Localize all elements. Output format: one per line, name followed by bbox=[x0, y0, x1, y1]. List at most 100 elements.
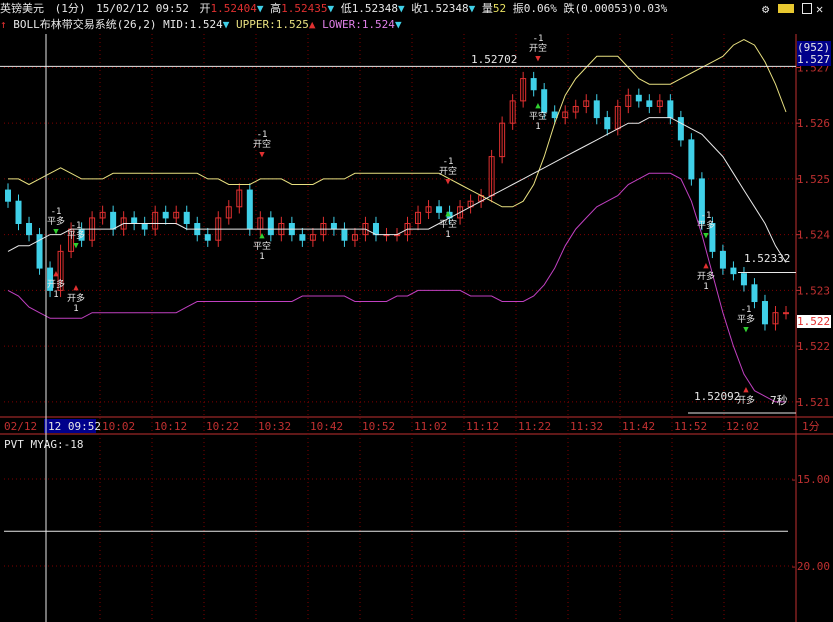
signal-label: 平空 bbox=[253, 240, 271, 252]
candle-body bbox=[141, 223, 148, 230]
signal-number: -1 bbox=[71, 221, 82, 231]
candle-body bbox=[5, 189, 11, 202]
signal-label: 开多 bbox=[67, 292, 85, 304]
signal-arrow: ▼ bbox=[743, 325, 749, 335]
candle-body bbox=[267, 217, 274, 236]
candle-body bbox=[783, 312, 789, 315]
recent-high-label: 1.52332 bbox=[744, 252, 791, 265]
signal-number: 1 bbox=[445, 230, 450, 240]
candle-body bbox=[15, 200, 22, 225]
x-tick-label: 10:22 bbox=[206, 420, 239, 433]
signal-arrow: ▲ bbox=[53, 269, 59, 279]
x-tick-label: 10:02 bbox=[102, 420, 135, 433]
signal-arrow: ▼ bbox=[445, 177, 451, 187]
signal-label: 平多 bbox=[47, 215, 65, 227]
signal-label: 开空 bbox=[529, 42, 547, 54]
signal-number: -1 bbox=[533, 34, 544, 44]
x-tick-label: 10:52 bbox=[362, 420, 395, 433]
signal-label: 开多 bbox=[47, 278, 65, 290]
x-tick-label: 10:12 bbox=[154, 420, 187, 433]
x-tick-label: 11:32 bbox=[570, 420, 603, 433]
signal-label: 平多 bbox=[67, 229, 85, 241]
low-price-label: 1.52092 bbox=[694, 390, 741, 403]
signal-arrow: ▲ bbox=[743, 385, 749, 395]
candle-body bbox=[593, 100, 600, 119]
candle-body bbox=[330, 223, 337, 230]
candle-body bbox=[541, 89, 548, 113]
signal-arrow: ▲ bbox=[445, 209, 451, 219]
signal-arrow: ▼ bbox=[73, 241, 79, 251]
candle-body bbox=[688, 139, 695, 180]
candle-body bbox=[740, 273, 747, 286]
signal-arrow: ▲ bbox=[703, 261, 709, 271]
y-tick-label: 1.523 bbox=[797, 284, 830, 297]
signal-label: 平空 bbox=[439, 218, 457, 230]
signal-arrow: ▲ bbox=[73, 283, 79, 293]
x-tick-label: 1分 bbox=[802, 420, 820, 433]
signal-arrow: ▼ bbox=[259, 150, 265, 160]
x-tick-label: 11:22 bbox=[518, 420, 551, 433]
candle-body bbox=[246, 189, 253, 230]
signal-number: 1 bbox=[53, 290, 58, 300]
signal-number: 1 bbox=[259, 252, 264, 262]
candle-body bbox=[635, 94, 642, 102]
x-tick-label: 10:32 bbox=[258, 420, 291, 433]
y-tick-label: 1.524 bbox=[797, 229, 830, 242]
signal-arrow: ▼ bbox=[535, 54, 541, 64]
candle-body bbox=[761, 301, 768, 325]
candle-body bbox=[604, 117, 611, 130]
signal-label: 平多 bbox=[697, 219, 715, 231]
signal-number: 1 bbox=[73, 304, 78, 314]
x-tick-label: 11:12 bbox=[466, 420, 499, 433]
candle-body bbox=[551, 111, 558, 119]
candle-body bbox=[730, 267, 737, 275]
candle-body bbox=[751, 284, 758, 303]
candle-body bbox=[183, 211, 190, 224]
price-badge: 1.527 bbox=[797, 53, 831, 66]
candle-body bbox=[162, 211, 169, 219]
current-price-badge: 1.522 bbox=[797, 315, 831, 328]
candle-body bbox=[341, 228, 348, 241]
candle-body bbox=[719, 250, 726, 269]
candle-body bbox=[26, 223, 33, 236]
y-tick-label: 1.525 bbox=[797, 173, 830, 186]
x-tick-label: 02/12 bbox=[4, 420, 37, 433]
y-tick-label: -15.00 bbox=[790, 473, 830, 486]
signal-number: 1 bbox=[703, 282, 708, 292]
candle-body bbox=[372, 223, 379, 236]
x-tick-label: 11:42 bbox=[622, 420, 655, 433]
candle-body bbox=[646, 100, 653, 107]
signal-label: 开空 bbox=[253, 138, 271, 150]
signal-label: 平多 bbox=[737, 313, 755, 325]
series-line-lower bbox=[7, 172, 786, 403]
pvt-legend: PVT MYAG:-18 bbox=[4, 438, 84, 451]
signal-label: 平空 bbox=[529, 110, 547, 122]
x-tick-label: 10:42 bbox=[310, 420, 343, 433]
signal-arrow: ▲ bbox=[535, 101, 541, 111]
candle-body bbox=[677, 117, 684, 141]
signal-arrow: ▼ bbox=[53, 227, 59, 237]
signal-number: -1 bbox=[741, 305, 752, 315]
x-tick-label: 11:02 bbox=[414, 420, 447, 433]
x-tick-label: 12 09:52 bbox=[48, 420, 101, 433]
y-tick-label: 1.526 bbox=[797, 117, 830, 130]
signal-label: 开多 bbox=[697, 270, 715, 282]
candle-body bbox=[204, 234, 211, 241]
x-tick-label: 12:02 bbox=[726, 420, 759, 433]
signal-number: -1 bbox=[701, 211, 712, 221]
signal-number: 1 bbox=[535, 122, 540, 132]
candle-body bbox=[110, 211, 117, 230]
y-tick-label: -20.00 bbox=[790, 560, 830, 573]
countdown-label: 7秒 bbox=[770, 394, 788, 407]
high-price-label: 1.52702 bbox=[471, 53, 518, 66]
candle-body bbox=[299, 234, 306, 241]
signal-label: 开空 bbox=[439, 165, 457, 177]
signal-number: -1 bbox=[257, 130, 268, 140]
signal-arrow: ▼ bbox=[703, 231, 709, 241]
signal-number: -1 bbox=[443, 157, 454, 167]
y-tick-label: 1.521 bbox=[797, 396, 830, 409]
y-tick-label: 1.522 bbox=[797, 340, 830, 353]
price-chart[interactable]: 1.521 1.522 1.523 1.524 1.525 1.526 1.527 02/12… bbox=[0, 0, 833, 622]
candle-body bbox=[667, 100, 674, 119]
candle-body bbox=[436, 206, 443, 213]
